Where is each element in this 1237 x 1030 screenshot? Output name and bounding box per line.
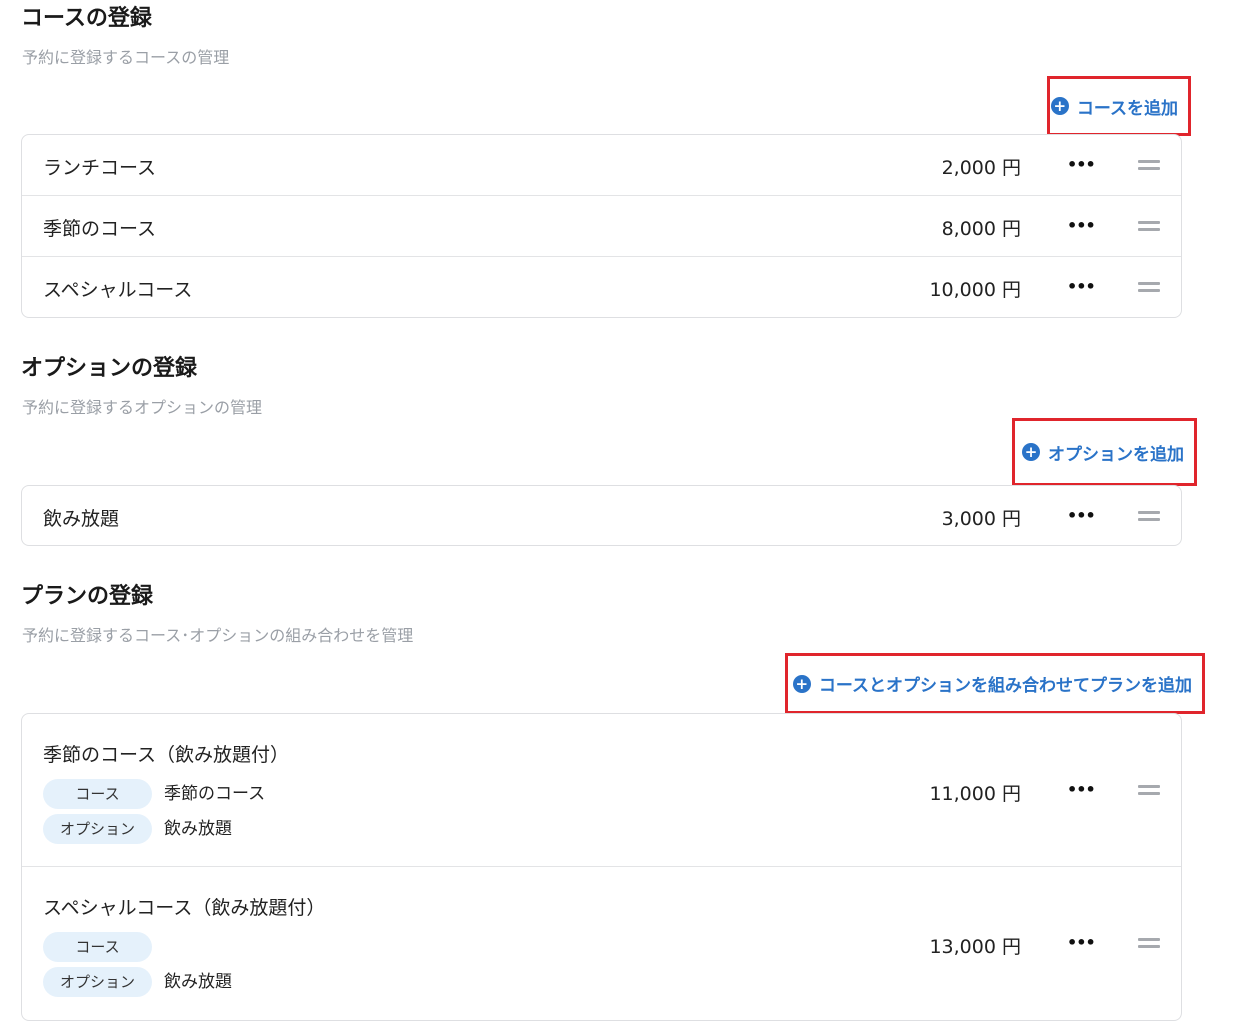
add-plan-button[interactable]: + コースとオプションを組み合わせてプランを追加: [785, 653, 1205, 714]
course-price: 2,000 円: [941, 157, 1021, 179]
list-item[interactable]: 季節のコース 8,000 円 •••: [22, 196, 1181, 257]
course-name: ランチコース: [43, 157, 157, 179]
plans-subtitle: 予約に登録するコース･オプションの組み合わせを管理: [22, 626, 414, 645]
more-horizontal-icon[interactable]: •••: [1067, 780, 1096, 800]
more-horizontal-icon[interactable]: •••: [1067, 933, 1096, 953]
plan-name: スペシャルコース（飲み放題付）: [43, 897, 326, 919]
plus-circle-icon: +: [792, 674, 811, 693]
plans-title: プランの登録: [21, 584, 154, 609]
plan-price: 13,000 円: [929, 936, 1021, 958]
options-subtitle: 予約に登録するオプションの管理: [22, 398, 263, 417]
courses-title: コースの登録: [21, 6, 152, 31]
drag-handle-icon[interactable]: [1138, 221, 1160, 231]
options-list: 飲み放題 3,000 円 •••: [21, 485, 1182, 546]
course-name: 季節のコース: [43, 218, 157, 240]
drag-handle-icon[interactable]: [1138, 785, 1160, 795]
courses-list: ランチコース 2,000 円 ••• 季節のコース 8,000 円 ••• スペ…: [21, 134, 1182, 318]
option-tag: オプション: [43, 967, 152, 997]
course-value: 季節のコース: [164, 784, 266, 804]
add-course-button[interactable]: + コースを追加: [1047, 76, 1191, 136]
list-item[interactable]: 季節のコース（飲み放題付） コース 季節のコース オプション 飲み放題 11,0…: [22, 714, 1181, 867]
course-tag: コース: [43, 932, 152, 962]
plan-name: 季節のコース（飲み放題付）: [43, 744, 290, 766]
option-value: 飲み放題: [164, 819, 232, 839]
list-item[interactable]: ランチコース 2,000 円 •••: [22, 135, 1181, 196]
course-tag: コース: [43, 779, 152, 809]
options-title: オプションの登録: [21, 356, 198, 381]
course-name: スペシャルコース: [43, 279, 193, 301]
more-horizontal-icon[interactable]: •••: [1067, 506, 1096, 526]
list-item[interactable]: 飲み放題 3,000 円 •••: [22, 486, 1181, 545]
list-item[interactable]: スペシャルコース（飲み放題付） コース オプション 飲み放題 13,000 円 …: [22, 867, 1181, 1020]
plan-price: 11,000 円: [929, 783, 1021, 805]
course-price: 8,000 円: [941, 218, 1021, 240]
add-option-button[interactable]: + オプションを追加: [1012, 418, 1197, 486]
drag-handle-icon[interactable]: [1138, 938, 1160, 948]
plus-circle-icon: +: [1022, 443, 1040, 461]
courses-subtitle: 予約に登録するコースの管理: [22, 48, 230, 67]
more-horizontal-icon[interactable]: •••: [1067, 155, 1096, 175]
plans-list: 季節のコース（飲み放題付） コース 季節のコース オプション 飲み放題 11,0…: [21, 713, 1182, 1021]
list-item[interactable]: スペシャルコース 10,000 円 •••: [22, 257, 1181, 317]
more-horizontal-icon[interactable]: •••: [1067, 216, 1096, 236]
option-name: 飲み放題: [43, 508, 120, 530]
drag-handle-icon[interactable]: [1138, 160, 1160, 170]
add-option-label: オプションを追加: [1048, 444, 1184, 465]
option-price: 3,000 円: [941, 508, 1021, 530]
course-price: 10,000 円: [929, 279, 1021, 301]
add-course-label: コースを追加: [1076, 98, 1178, 119]
option-value: 飲み放題: [164, 972, 232, 992]
add-plan-label: コースとオプションを組み合わせてプランを追加: [818, 676, 1192, 696]
drag-handle-icon[interactable]: [1138, 511, 1160, 521]
option-tag: オプション: [43, 814, 152, 844]
drag-handle-icon[interactable]: [1138, 282, 1160, 292]
plus-circle-icon: +: [1050, 97, 1069, 115]
more-horizontal-icon[interactable]: •••: [1067, 277, 1096, 297]
